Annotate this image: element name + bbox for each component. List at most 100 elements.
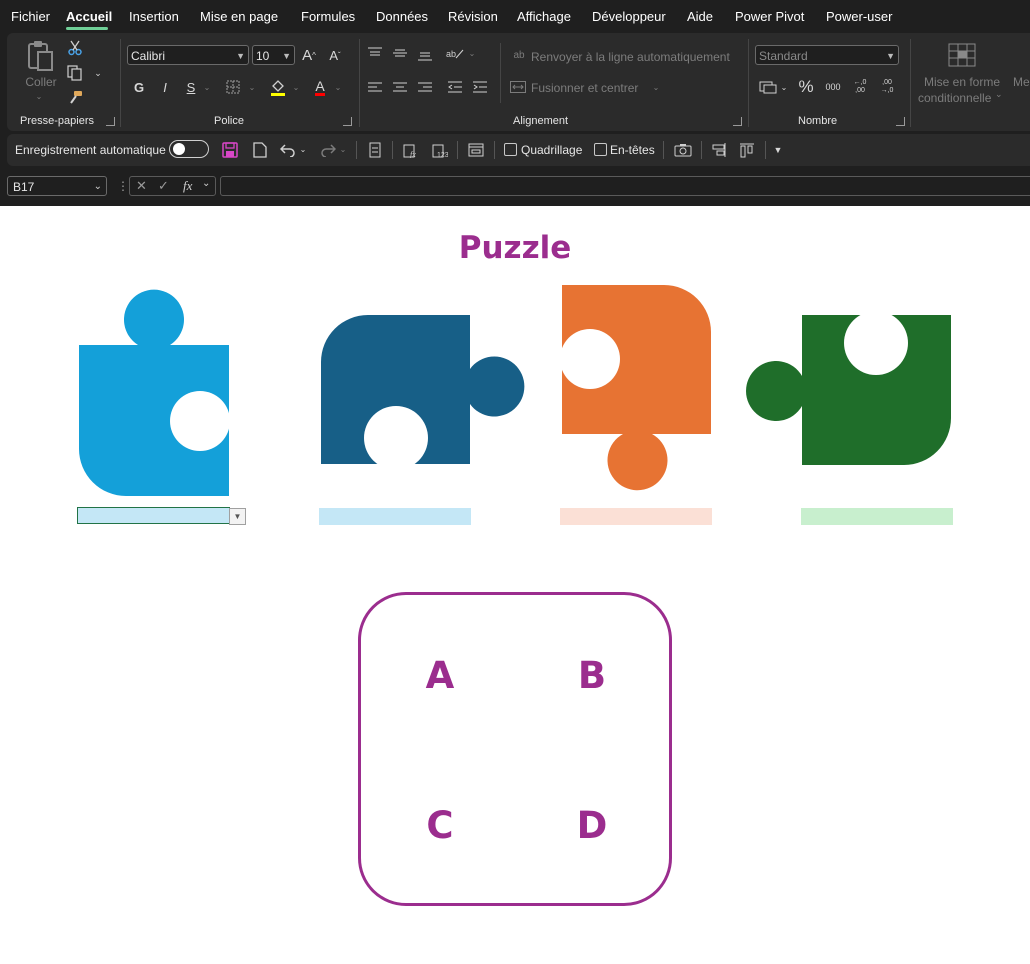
insert-function-button[interactable]: fx: [183, 178, 192, 194]
menu-mise-en-page[interactable]: Mise en page: [200, 9, 278, 24]
paste-formulas-icon[interactable]: fx: [402, 141, 420, 159]
piece-answer-cell-1[interactable]: [77, 507, 230, 524]
font-name-combo[interactable]: Calibri ▼: [127, 45, 249, 65]
customize-toolbar-icon[interactable]: ▼: [771, 143, 785, 157]
number-launcher-icon[interactable]: [896, 117, 905, 126]
paste-dropdown-icon[interactable]: ⌄: [33, 91, 45, 101]
merge-center-label[interactable]: Fusionner et centrer: [531, 81, 638, 95]
answer-letter-a: A: [425, 654, 455, 697]
accounting-format-icon[interactable]: [758, 79, 778, 95]
menu-developpeur[interactable]: Développeur: [592, 9, 666, 24]
align-right-icon[interactable]: [417, 79, 433, 95]
toolbar-separator: [663, 141, 664, 159]
increase-font-icon[interactable]: A ^: [299, 45, 319, 65]
puzzle-piece-light-blue: [79, 289, 230, 496]
autosave-toggle[interactable]: [169, 140, 209, 158]
align-top-icon[interactable]: [367, 45, 383, 61]
align-objects-icon[interactable]: [710, 141, 728, 159]
copy-dropdown-icon[interactable]: ⌄: [93, 67, 103, 79]
increase-decimal-button[interactable]: ←,0 ,00: [849, 77, 871, 97]
menu-power-pivot[interactable]: Power Pivot: [735, 9, 804, 24]
bold-button[interactable]: G: [131, 79, 147, 95]
decrease-font-icon[interactable]: Aˇ: [325, 45, 345, 65]
page-title: Puzzle: [458, 230, 572, 266]
chevron-down-icon[interactable]: ⌄: [202, 178, 210, 189]
comma-style-button[interactable]: 000: [822, 79, 844, 95]
align-center-icon[interactable]: [392, 79, 408, 95]
chevron-down-icon[interactable]: ⌄: [468, 47, 476, 59]
merge-center-icon[interactable]: [510, 80, 526, 94]
format-painter-icon[interactable]: [65, 89, 85, 107]
chevron-down-icon[interactable]: ⌄: [292, 81, 300, 93]
font-size-combo[interactable]: 10 ▼: [252, 45, 295, 65]
undo-icon[interactable]: [279, 141, 297, 159]
paste-label[interactable]: Coller: [21, 75, 61, 89]
chevron-down-icon[interactable]: ⌄: [339, 143, 347, 155]
piece-answer-cell-2[interactable]: [319, 508, 471, 525]
redo-icon[interactable]: [319, 141, 337, 159]
page-layout-icon[interactable]: [467, 141, 485, 159]
font-color-icon[interactable]: A: [311, 77, 329, 97]
cut-icon[interactable]: [65, 39, 85, 57]
increase-indent-icon[interactable]: [472, 79, 488, 95]
align-middle-icon[interactable]: [392, 45, 408, 61]
menu-formules[interactable]: Formules: [301, 9, 355, 24]
menu-accueil[interactable]: Accueil: [66, 9, 112, 24]
alignment-launcher-icon[interactable]: [733, 117, 742, 126]
conditional-formatting-label2[interactable]: conditionnelle: [918, 91, 991, 105]
distribute-objects-icon[interactable]: [738, 141, 756, 159]
menu-aide[interactable]: Aide: [687, 9, 713, 24]
more-options-icon[interactable]: ⋮: [117, 179, 129, 193]
camera-icon[interactable]: [673, 141, 693, 159]
menu-insertion[interactable]: Insertion: [129, 9, 179, 24]
piece-answer-cell-4[interactable]: [801, 508, 953, 525]
align-bottom-icon[interactable]: [417, 47, 433, 63]
headers-checkbox[interactable]: [594, 143, 607, 156]
wrap-text-label[interactable]: Renvoyer à la ligne automatiquement: [531, 50, 730, 64]
underline-button[interactable]: S: [183, 79, 199, 95]
percent-style-button[interactable]: %: [796, 77, 816, 97]
menu-fichier[interactable]: Fichier: [11, 9, 50, 24]
new-file-icon[interactable]: [251, 141, 269, 159]
enter-icon[interactable]: ✓: [158, 178, 169, 194]
fill-color-icon[interactable]: [269, 77, 287, 97]
menu-power-user[interactable]: Power-user: [826, 9, 892, 24]
number-format-combo[interactable]: Standard ▼: [755, 45, 899, 65]
orientation-icon[interactable]: ab: [445, 45, 465, 61]
gridlines-checkbox[interactable]: [504, 143, 517, 156]
chevron-down-icon[interactable]: ⌄: [334, 81, 342, 93]
clipboard-launcher-icon[interactable]: [106, 117, 115, 126]
save-icon[interactable]: [221, 141, 239, 159]
chevron-down-icon[interactable]: ⌄: [299, 143, 307, 155]
menu-affichage[interactable]: Affichage: [517, 9, 571, 24]
conditional-formatting-label[interactable]: Mise en forme: [924, 75, 1000, 89]
decrease-indent-icon[interactable]: [447, 79, 463, 95]
chevron-down-icon[interactable]: ⌄: [248, 81, 256, 93]
formula-input[interactable]: [220, 176, 1030, 196]
cancel-icon[interactable]: ✕: [136, 178, 147, 194]
menu-donnees[interactable]: Données: [376, 9, 428, 24]
chevron-down-icon[interactable]: ⌄: [995, 89, 1003, 100]
paste-icon[interactable]: [23, 39, 57, 75]
paste-values-icon[interactable]: 123: [431, 141, 449, 159]
piece-answer-cell-3[interactable]: [560, 508, 712, 525]
name-box[interactable]: B17 ⌄: [7, 176, 107, 196]
form-icon[interactable]: [366, 141, 384, 159]
conditional-formatting-icon[interactable]: [947, 42, 977, 68]
borders-icon[interactable]: [225, 79, 241, 95]
chevron-down-icon[interactable]: ⌄: [652, 81, 660, 93]
dropdown-arrow-icon[interactable]: ▼: [229, 508, 246, 525]
wrap-text-icon[interactable]: ab: [511, 47, 527, 63]
decrease-decimal-button[interactable]: ,00 →,0: [876, 77, 898, 97]
italic-button[interactable]: I: [157, 79, 173, 95]
svg-text:123: 123: [437, 152, 448, 158]
chevron-down-icon[interactable]: ⌄: [203, 81, 211, 93]
answer-letter-d: D: [576, 804, 608, 847]
font-launcher-icon[interactable]: [343, 117, 352, 126]
next-style-label[interactable]: Me: [1013, 75, 1030, 89]
menu-revision[interactable]: Révision: [448, 9, 498, 24]
align-left-icon[interactable]: [367, 79, 383, 95]
chevron-down-icon[interactable]: ⌄: [780, 81, 788, 93]
copy-icon[interactable]: [65, 64, 85, 82]
toolbar-separator: [457, 141, 458, 159]
